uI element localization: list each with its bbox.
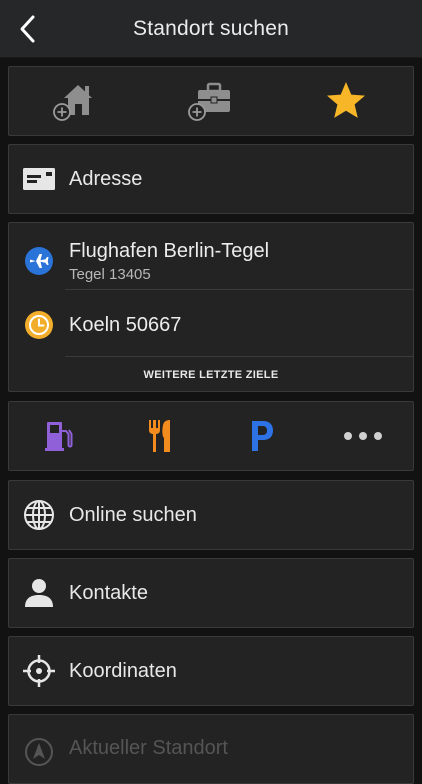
restaurant-category-button[interactable] [121,406,201,466]
person-icon [25,579,53,607]
recent-item-title: Flughafen Berlin-Tegel [69,239,270,262]
parking-category-button[interactable] [222,406,302,466]
current-location-item[interactable]: Aktueller Standort [8,714,414,784]
fuel-station-icon [44,422,72,451]
more-icon [343,432,382,440]
add-home-button[interactable] [36,71,116,131]
back-arrow-icon[interactable] [14,14,44,44]
favorites-button[interactable] [306,71,386,131]
briefcase-add-icon [188,82,230,121]
home-add-icon [53,85,93,121]
recent-destinations: Flughafen Berlin-Tegel Tegel 13405 Koeln… [8,222,414,392]
restaurant-icon [148,420,170,452]
more-recent-destinations-button[interactable]: WEITERE LETZTE ZIELE [9,369,413,381]
coordinates-label: Koordinaten [69,659,177,682]
current-location-label: Aktueller Standort [69,737,228,759]
navigation-arrow-icon [25,738,53,766]
address-label: Adresse [69,167,143,190]
quick-actions-bar [8,66,414,136]
coordinates-item[interactable]: Koordinaten [8,636,414,706]
parking-icon [251,421,273,451]
recent-item[interactable]: Flughafen Berlin-Tegel Tegel 13405 [9,231,413,291]
online-search-item[interactable]: Online suchen [8,480,414,550]
recent-item[interactable]: Koeln 50667 [9,297,413,353]
online-search-label: Online suchen [69,503,197,526]
divider [65,356,413,357]
clock-icon [25,311,53,339]
divider [65,289,413,290]
globe-icon [24,500,54,530]
more-categories-button[interactable] [323,406,403,466]
star-icon [326,82,365,118]
poi-categories-bar [8,401,414,471]
add-work-button[interactable] [171,71,251,131]
app-header: Standort suchen [0,0,422,58]
crosshair-icon [23,655,55,687]
contacts-item[interactable]: Kontakte [8,558,414,628]
contacts-label: Kontakte [69,581,148,604]
address-card-icon [23,168,55,190]
address-search-item[interactable]: Adresse [8,144,414,214]
recent-item-title: Koeln 50667 [69,313,182,336]
airplane-icon [25,247,53,275]
recent-item-subtitle: Tegel 13405 [69,265,151,283]
fuel-category-button[interactable] [20,406,100,466]
page-title: Standort suchen [133,16,289,40]
